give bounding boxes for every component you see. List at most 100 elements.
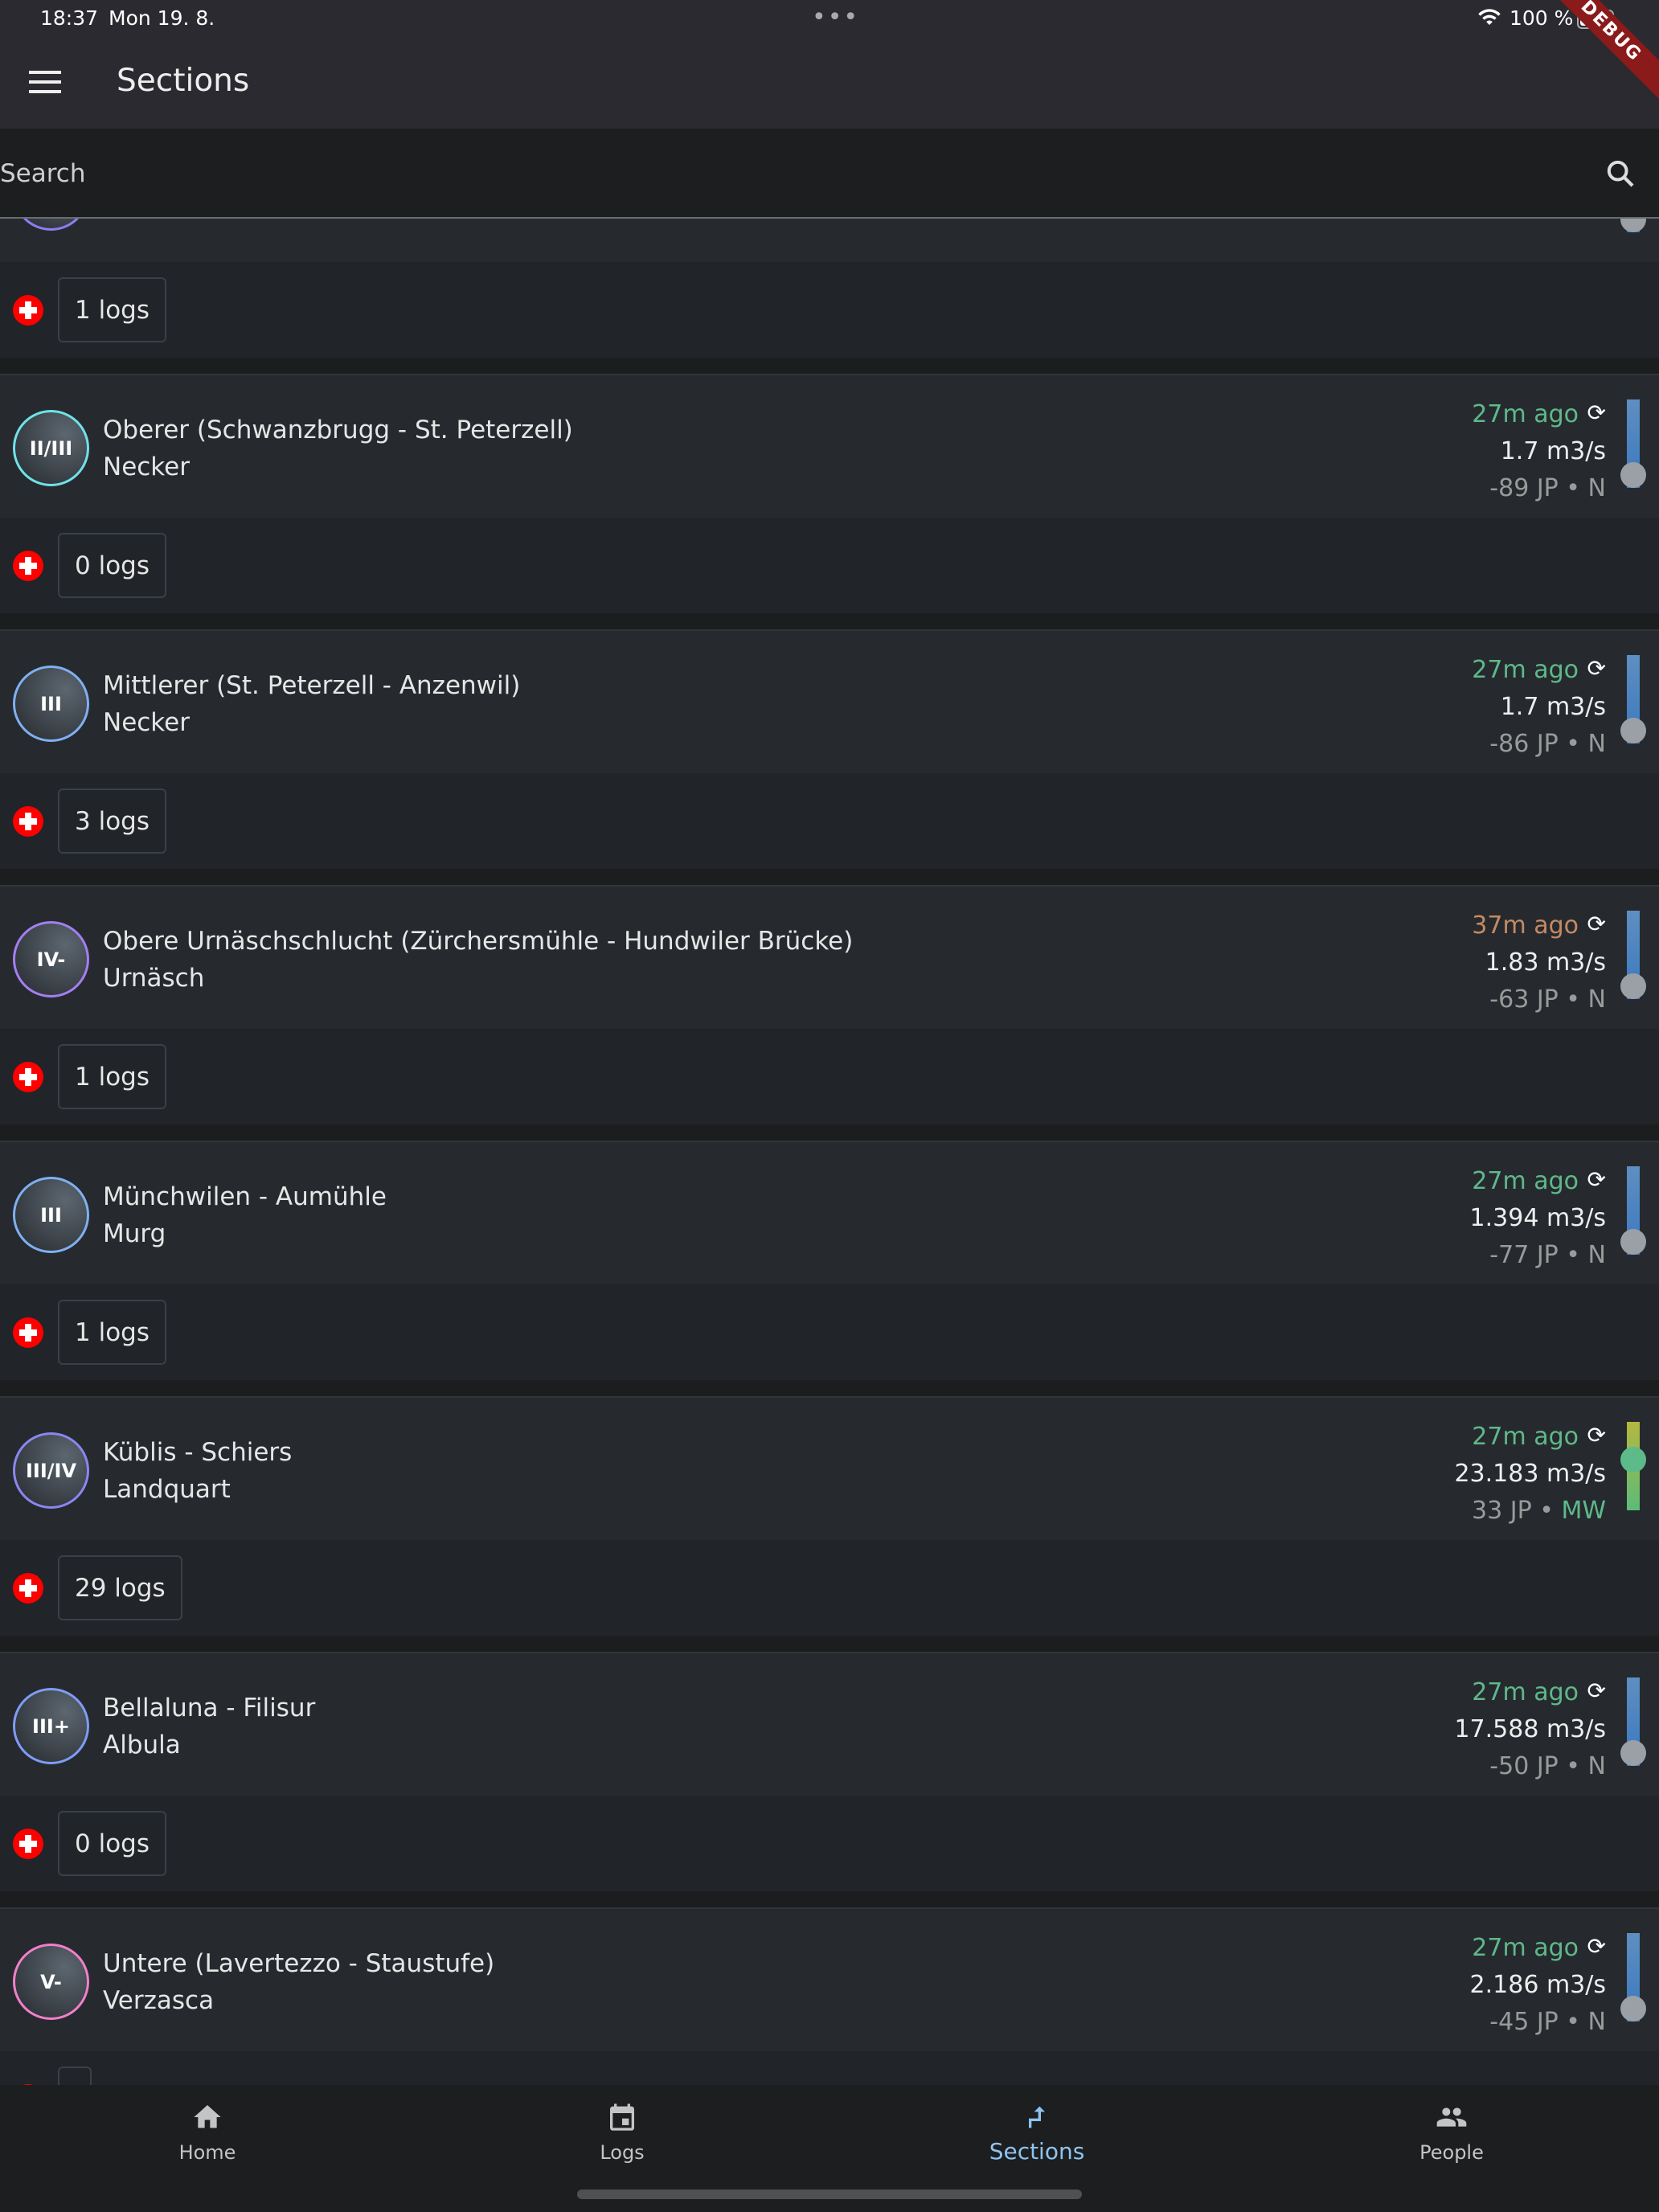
section-card: III Münchwilen - Aumühle Murg 27m ago ⟳ 1.394… bbox=[0, 1141, 1659, 1380]
calendar-icon bbox=[610, 2103, 634, 2131]
flow-value: 17.588 m3/s bbox=[1454, 1715, 1606, 1743]
logs-button[interactable]: 1 logs bbox=[58, 1300, 166, 1365]
search-icon[interactable] bbox=[1604, 158, 1636, 190]
updated-label: 27m ago bbox=[1472, 1167, 1579, 1195]
flow-value: 2.186 m3/s bbox=[1469, 1971, 1606, 1999]
updated-label: 37m ago bbox=[1472, 911, 1579, 940]
section-header[interactable]: III Münchwilen - Aumühle Murg 27m ago ⟳ 1.394… bbox=[0, 1142, 1659, 1284]
section-name: Obere Urnäschschlucht (Zürchersmühle - H… bbox=[103, 927, 854, 956]
level-gauge bbox=[1620, 219, 1646, 232]
search-bar bbox=[0, 129, 1659, 219]
updated-time: 27m ago ⟳ bbox=[1472, 652, 1606, 689]
swiss-flag-icon bbox=[13, 1317, 43, 1348]
route-icon bbox=[1029, 2106, 1045, 2128]
refresh-icon[interactable]: ⟳ bbox=[1587, 906, 1606, 943]
updated-label: 27m ago bbox=[1472, 1934, 1579, 1962]
level-indicator-dot bbox=[1620, 1996, 1646, 2022]
river-name: Landquart bbox=[103, 1475, 231, 1504]
section-header[interactable]: II/III Oberer (Schwanzbrugg - St. Peterze… bbox=[0, 375, 1659, 518]
level-gauge bbox=[1620, 1422, 1646, 1510]
multitasking-dots-icon[interactable]: ••• bbox=[812, 3, 859, 31]
river-name: Urnäsch bbox=[103, 964, 205, 993]
refresh-icon[interactable]: ⟳ bbox=[1587, 1673, 1606, 1710]
updated-label: 27m ago bbox=[1472, 656, 1579, 684]
level-gauge bbox=[1620, 911, 1646, 999]
search-input[interactable] bbox=[0, 153, 1527, 195]
flow-value: 1.7 m3/s bbox=[1500, 693, 1606, 721]
refresh-icon[interactable]: ⟳ bbox=[1587, 650, 1606, 687]
updated-time: 27m ago ⟳ bbox=[1472, 396, 1606, 433]
refresh-icon[interactable]: ⟳ bbox=[1587, 1161, 1606, 1198]
swiss-flag-icon bbox=[13, 806, 43, 837]
flow-value: 23.183 m3/s bbox=[1454, 1460, 1606, 1488]
logs-button[interactable]: 1 logs bbox=[58, 277, 166, 342]
logs-button[interactable]: 0 logs bbox=[58, 1811, 166, 1876]
section-footer: 29 logs bbox=[0, 1540, 1659, 1636]
jp-value: -89 JP bbox=[1489, 474, 1559, 502]
jp-value: -50 JP bbox=[1489, 1752, 1559, 1780]
section-header[interactable]: Sitter-73 JP • N bbox=[0, 219, 1659, 262]
nav-label: Home bbox=[178, 2141, 236, 2164]
home-icon bbox=[194, 2105, 221, 2128]
logs-button[interactable]: 1 logs bbox=[58, 1044, 166, 1109]
grade-badge: IV- bbox=[13, 921, 89, 997]
nav-tab-logs[interactable]: Logs bbox=[415, 2085, 830, 2198]
app-bar: Sections bbox=[0, 39, 1659, 129]
swiss-flag-icon bbox=[13, 1829, 43, 1859]
section-header[interactable]: III Mittlerer (St. Peterzell - Anzenwil) N… bbox=[0, 631, 1659, 773]
jp-value: -86 JP bbox=[1489, 730, 1559, 758]
level-indicator-dot bbox=[1620, 219, 1646, 232]
level-label: N bbox=[1587, 730, 1606, 758]
refresh-icon[interactable]: ⟳ bbox=[1587, 1417, 1606, 1454]
section-header[interactable]: III/IV Küblis - Schiers Landquart 27m ago ⟳ 2… bbox=[0, 1398, 1659, 1540]
logs-button[interactable]: 0 logs bbox=[58, 533, 166, 598]
menu-icon[interactable] bbox=[29, 71, 61, 95]
section-name: Mittlerer (St. Peterzell - Anzenwil) bbox=[103, 671, 521, 700]
battery-percent: 100 % bbox=[1509, 6, 1574, 30]
swiss-flag-icon bbox=[13, 551, 43, 581]
status-time: 18:37 bbox=[40, 6, 99, 30]
updated-time: 27m ago ⟳ bbox=[1470, 1163, 1606, 1200]
section-header[interactable]: IV- Obere Urnäschschlucht (Zürchersmühle … bbox=[0, 887, 1659, 1029]
refresh-icon[interactable]: ⟳ bbox=[1587, 395, 1606, 432]
logs-button[interactable]: 29 logs bbox=[58, 1555, 182, 1620]
gauge-readout: 37m ago ⟳ 1.83 m3/s -63 JP • N bbox=[1472, 907, 1606, 1018]
level-indicator-dot bbox=[1620, 1447, 1646, 1473]
section-name: Oberer (Schwanzbrugg - St. Peterzell) bbox=[103, 416, 573, 444]
logs-button[interactable]: 3 logs bbox=[58, 789, 166, 854]
gauge-readout: 27m ago ⟳ 1.7 m3/s -86 JP • N bbox=[1472, 652, 1606, 763]
logs-button[interactable] bbox=[58, 2067, 92, 2085]
section-card: III+ Bellaluna - Filisur Albula 27m ago ⟳ 17.… bbox=[0, 1652, 1659, 1891]
updated-time: 27m ago ⟳ bbox=[1454, 1419, 1606, 1456]
nav-tab-home[interactable]: Home bbox=[0, 2085, 415, 2198]
river-name: Necker bbox=[103, 708, 190, 737]
level-indicator-dot bbox=[1620, 1229, 1646, 1255]
section-footer: 1 logs bbox=[0, 262, 1659, 358]
nav-label: Logs bbox=[600, 2141, 645, 2164]
sections-list[interactable]: Sitter-73 JP • N 1 logs II/III Oberer (Schw… bbox=[0, 219, 1659, 2085]
section-name: Untere (Lavertezzo - Staustufe) bbox=[103, 1949, 495, 1978]
level-label: N bbox=[1587, 474, 1606, 502]
refresh-icon[interactable]: ⟳ bbox=[1587, 1928, 1606, 1965]
river-name: Verzasca bbox=[103, 1986, 215, 2015]
swiss-flag-icon bbox=[13, 1573, 43, 1604]
level-indicator-dot bbox=[1620, 1740, 1646, 1766]
grade-badge: V- bbox=[13, 1944, 89, 2020]
status-bar: 18:37 Mon 19. 8. ••• 100 % bbox=[0, 0, 1659, 39]
section-footer: 0 logs bbox=[0, 518, 1659, 613]
swiss-flag-icon bbox=[13, 1062, 43, 1092]
gauge-readout: 27m ago ⟳ 2.186 m3/s -45 JP • N bbox=[1470, 1930, 1606, 2041]
nav-tab-sections[interactable]: Sections bbox=[830, 2085, 1244, 2198]
section-footer: 3 logs bbox=[0, 773, 1659, 869]
section-name: Münchwilen - Aumühle bbox=[103, 1182, 387, 1211]
gauge-readout: 27m ago ⟳ 17.588 m3/s -50 JP • N bbox=[1454, 1674, 1606, 1785]
home-indicator[interactable] bbox=[577, 2189, 1082, 2199]
updated-time: 37m ago ⟳ bbox=[1472, 907, 1606, 944]
section-card: V- Untere (Lavertezzo - Staustufe) Verzasc… bbox=[0, 1907, 1659, 2085]
section-name: Küblis - Schiers bbox=[103, 1438, 293, 1467]
section-header[interactable]: III+ Bellaluna - Filisur Albula 27m ago ⟳ 17.… bbox=[0, 1653, 1659, 1796]
section-header[interactable]: V- Untere (Lavertezzo - Staustufe) Verzasc… bbox=[0, 1909, 1659, 2051]
river-name: Necker bbox=[103, 453, 190, 481]
nav-tab-people[interactable]: People bbox=[1244, 2085, 1659, 2198]
level-gauge bbox=[1620, 399, 1646, 488]
